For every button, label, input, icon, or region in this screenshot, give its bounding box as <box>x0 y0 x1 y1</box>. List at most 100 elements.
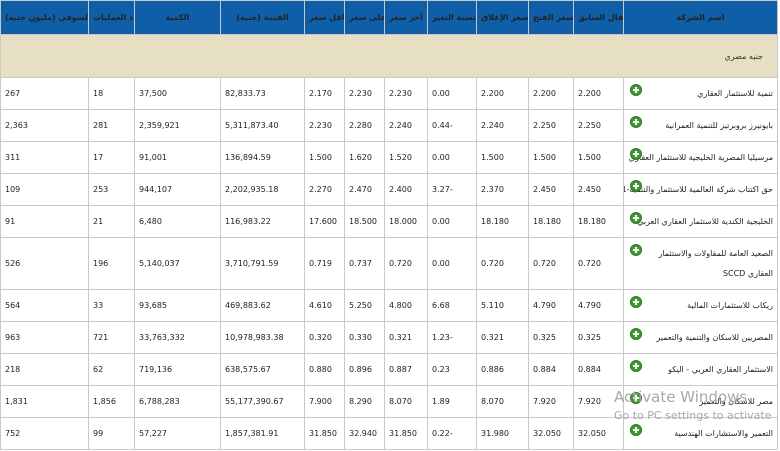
company-name-cell[interactable]: الخليجية الكندية للاستثمار العقاري العرب… <box>623 205 778 238</box>
trades-cell: 99 <box>88 417 135 450</box>
high-cell: 18.500 <box>344 205 385 238</box>
open-cell: 2.450 <box>528 173 574 206</box>
header-company[interactable]: اسم الشركة <box>623 0 778 35</box>
group-label: جنيه مصري <box>0 34 778 78</box>
expand-plus-icon[interactable] <box>630 424 642 436</box>
value-cell: 2,202,935.18 <box>220 173 305 206</box>
header-change[interactable]: نسبة التغير% <box>427 0 477 35</box>
expand-plus-icon[interactable] <box>630 212 642 224</box>
company-name[interactable]: الخليجية الكندية للاستثمار العقاري العرب… <box>637 217 773 226</box>
company-name-cell[interactable]: مصر للاسكان والتعمير <box>623 385 778 418</box>
close-cell: 2.200 <box>476 77 529 110</box>
header-row: راس المال السوقى (مليون جنيه) عدد العملي… <box>0 0 778 35</box>
value-cell: 55,177,390.67 <box>220 385 305 418</box>
value-cell: 5,311,873.40 <box>220 109 305 142</box>
prev-close-cell: 0.884 <box>573 353 624 386</box>
expand-plus-icon[interactable] <box>630 244 642 256</box>
company-name[interactable]: الصعيد العامة للمقاولات والاستثمار العقا… <box>648 244 774 284</box>
table-row: 109 253 944,107 2,202,935.18 2.270 2.470 2.400… <box>0 173 778 206</box>
header-low[interactable]: اقل سعر <box>304 0 345 35</box>
change-cell: 6.68 <box>427 289 477 322</box>
company-name[interactable]: الاستثمار العقاري العربي - اليكو <box>668 365 773 374</box>
market-cap-cell: 2,363 <box>0 109 89 142</box>
company-name-cell[interactable]: المصريين للاسكان والتنمية والتعمير <box>623 321 778 354</box>
header-last[interactable]: آخر سعر <box>384 0 428 35</box>
high-cell: 0.330 <box>344 321 385 354</box>
table-row: 311 17 91,001 136,894.59 1.500 1.620 1.520 0.00… <box>0 141 778 174</box>
expand-plus-icon[interactable] <box>630 296 642 308</box>
value-cell: 136,894.59 <box>220 141 305 174</box>
high-cell: 0.896 <box>344 353 385 386</box>
open-cell: 0.720 <box>528 237 574 290</box>
company-name[interactable]: المصريين للاسكان والتنمية والتعمير <box>656 333 773 342</box>
trades-cell: 1,856 <box>88 385 135 418</box>
low-cell: 2.170 <box>304 77 345 110</box>
expand-plus-icon[interactable] <box>630 84 642 96</box>
company-name-cell[interactable]: التعمير والاستشارات الهندسية <box>623 417 778 450</box>
header-high[interactable]: اعلى سعر <box>344 0 385 35</box>
market-cap-cell: 109 <box>0 173 89 206</box>
value-cell: 116,983.22 <box>220 205 305 238</box>
trades-cell: 253 <box>88 173 135 206</box>
company-name[interactable]: حق اكتتاب شركة العالمية للاستثمار والتنم… <box>625 185 774 194</box>
table-row: 526 196 5,140,037 3,710,791.59 0.719 0.737 0.7… <box>0 237 778 290</box>
trades-cell: 62 <box>88 353 135 386</box>
high-cell: 0.737 <box>344 237 385 290</box>
company-name[interactable]: مصر للاسكان والتعمير <box>699 397 773 406</box>
header-market-cap[interactable]: راس المال السوقى (مليون جنيه) <box>0 0 89 35</box>
last-cell: 0.887 <box>384 353 428 386</box>
value-cell: 10,978,983.38 <box>220 321 305 354</box>
low-cell: 0.880 <box>304 353 345 386</box>
company-name[interactable]: التعمير والاستشارات الهندسية <box>674 429 773 438</box>
expand-plus-icon[interactable] <box>630 148 642 160</box>
expand-plus-icon[interactable] <box>630 180 642 192</box>
close-cell: 0.321 <box>476 321 529 354</box>
expand-plus-icon[interactable] <box>630 392 642 404</box>
trades-cell: 281 <box>88 109 135 142</box>
table-row: 564 33 93,685 469,883.62 4.610 5.250 4.800 6.68… <box>0 289 778 322</box>
header-prev-close[interactable]: الإقفال السابق <box>573 0 624 35</box>
volume-cell: 944,107 <box>134 173 221 206</box>
prev-close-cell: 4.790 <box>573 289 624 322</box>
last-cell: 4.800 <box>384 289 428 322</box>
open-cell: 4.790 <box>528 289 574 322</box>
expand-plus-icon[interactable] <box>630 116 642 128</box>
company-name[interactable]: ريكاب للاستثمارات المالية <box>687 301 773 310</box>
expand-plus-icon[interactable] <box>630 328 642 340</box>
company-name-cell[interactable]: حق اكتتاب شركة العالمية للاستثمار والتنم… <box>623 173 778 206</box>
header-volume[interactable]: الكمية <box>134 0 221 35</box>
company-name-cell[interactable]: الصعيد العامة للمقاولات والاستثمار العقا… <box>623 237 778 290</box>
volume-cell: 93,685 <box>134 289 221 322</box>
prev-close-cell: 1.500 <box>573 141 624 174</box>
market-cap-cell: 91 <box>0 205 89 238</box>
table-row: 752 99 57,227 1,857,381.91 31.850 32.940 31.85… <box>0 417 778 450</box>
header-value[interactable]: القيمة (جنيه) <box>220 0 305 35</box>
trades-cell: 18 <box>88 77 135 110</box>
company-name-cell[interactable]: الاستثمار العقاري العربي - اليكو <box>623 353 778 386</box>
company-name-cell[interactable]: بايونيرز بروبرتيز للتنمية العمرانية <box>623 109 778 142</box>
change-cell: 0.00 <box>427 141 477 174</box>
last-cell: 31.850 <box>384 417 428 450</box>
low-cell: 2.270 <box>304 173 345 206</box>
value-cell: 3,710,791.59 <box>220 237 305 290</box>
prev-close-cell: 2.450 <box>573 173 624 206</box>
expand-plus-icon[interactable] <box>630 360 642 372</box>
company-name-cell[interactable]: مرسيليا المصرية الخليجية للاستثمار العقا… <box>623 141 778 174</box>
open-cell: 1.500 <box>528 141 574 174</box>
header-close[interactable]: سعر الإغلاق <box>476 0 529 35</box>
table-row: 91 21 6,480 116,983.22 17.600 18.500 18.000 0.0… <box>0 205 778 238</box>
last-cell: 0.321 <box>384 321 428 354</box>
market-cap-cell: 564 <box>0 289 89 322</box>
company-name-cell[interactable]: ريكاب للاستثمارات المالية <box>623 289 778 322</box>
company-name[interactable]: بايونيرز بروبرتيز للتنمية العمرانية <box>665 121 773 130</box>
company-name-cell[interactable]: تنمية للاستثمار العقاري <box>623 77 778 110</box>
low-cell: 17.600 <box>304 205 345 238</box>
header-open[interactable]: سعر الفتح <box>528 0 574 35</box>
prev-close-cell: 7.920 <box>573 385 624 418</box>
company-name[interactable]: مرسيليا المصرية الخليجية للاستثمار العقا… <box>629 153 773 162</box>
header-trades[interactable]: عدد العمليات <box>88 0 135 35</box>
change-cell: 0.23 <box>427 353 477 386</box>
close-cell: 5.110 <box>476 289 529 322</box>
volume-cell: 5,140,037 <box>134 237 221 290</box>
company-name[interactable]: تنمية للاستثمار العقاري <box>697 89 773 98</box>
